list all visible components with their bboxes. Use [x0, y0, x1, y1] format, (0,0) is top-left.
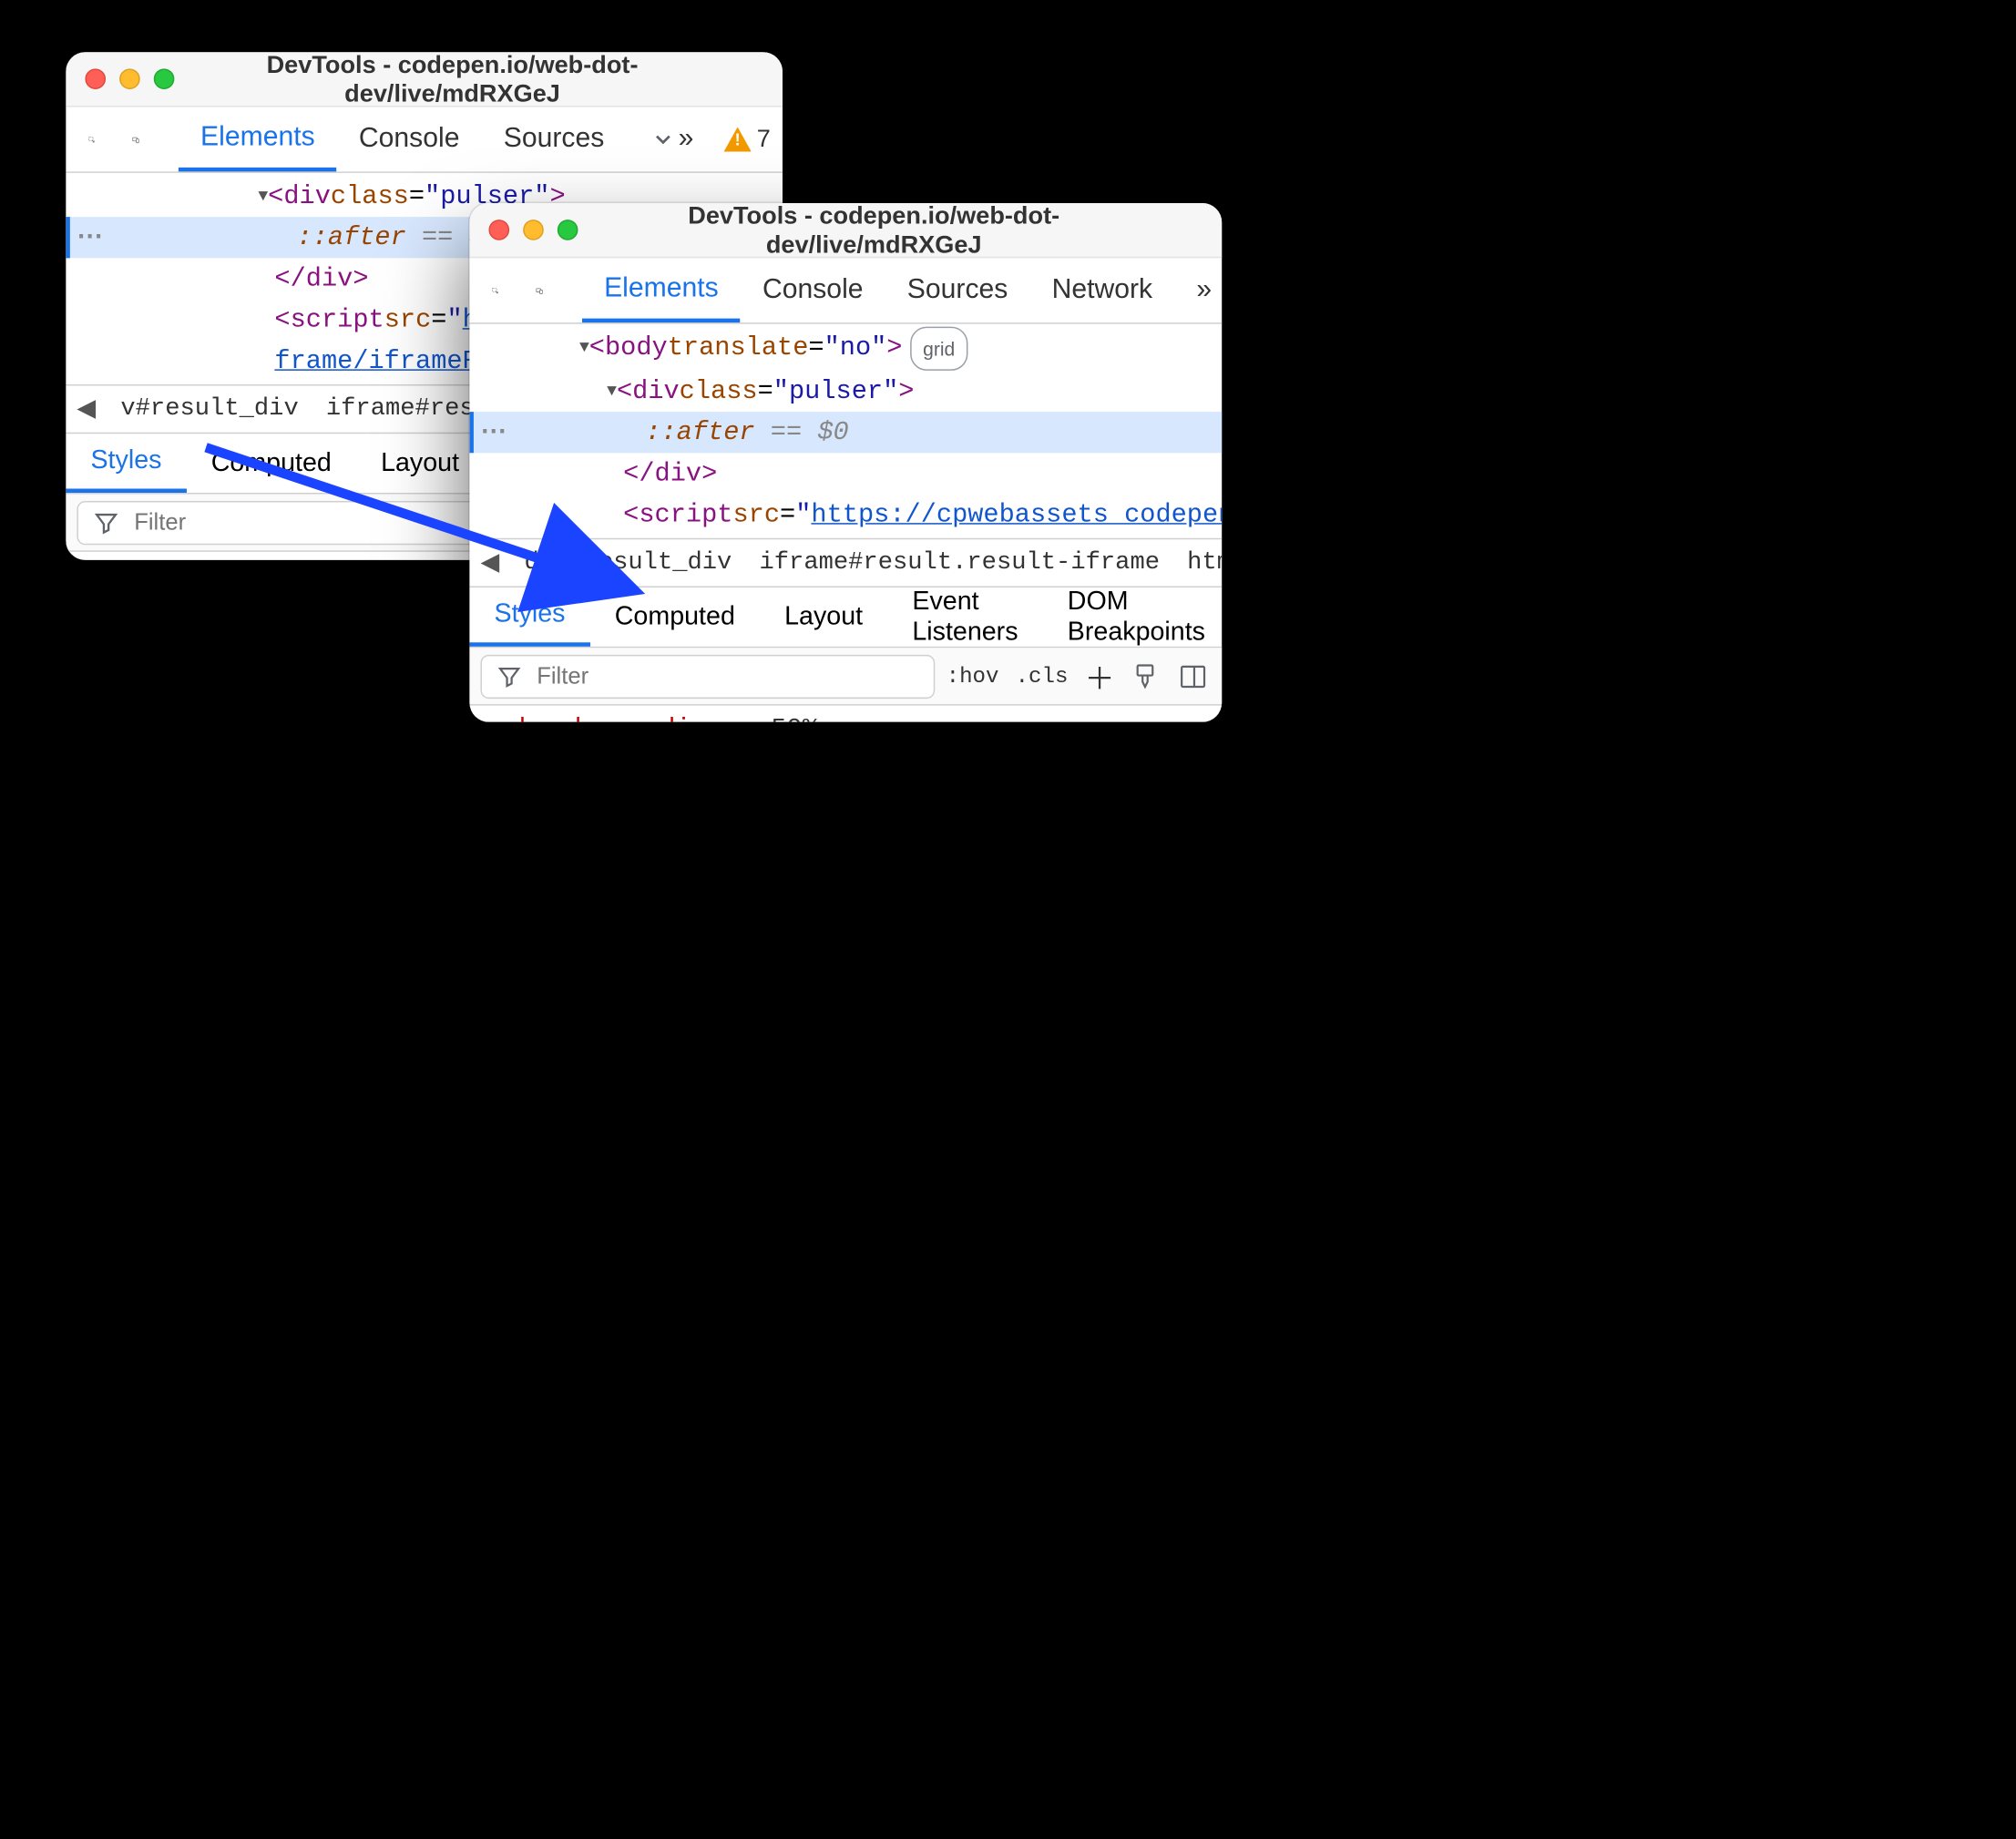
- close-dot[interactable]: [85, 68, 106, 89]
- tab-sources[interactable]: Sources: [885, 258, 1030, 322]
- device-toggle-icon[interactable]: [121, 124, 151, 154]
- traffic-lights: [488, 220, 578, 240]
- dom-tree[interactable]: ▼<body translate="no">grid ▼<div class="…: [469, 324, 1222, 538]
- ellipsis-icon[interactable]: ⋯: [77, 217, 106, 258]
- warnings-count: 7: [757, 125, 771, 154]
- devtools-toolbar: Elements Console Sources Network » 6 5: [469, 258, 1222, 323]
- paint-brush-icon[interactable]: [1131, 661, 1162, 691]
- traffic-lights: [85, 68, 174, 89]
- inspect-icon[interactable]: [77, 124, 107, 154]
- tab-elements[interactable]: Elements: [582, 258, 741, 322]
- zoom-dot[interactable]: [558, 220, 578, 240]
- titlebar: DevTools - codepen.io/web-dot-dev/live/m…: [66, 52, 783, 107]
- filter-icon: [496, 661, 523, 691]
- breadcrumbs[interactable]: ◀ div#result_div iframe#result.result-if…: [469, 538, 1222, 587]
- warnings-badge[interactable]: 7: [716, 125, 779, 154]
- tab-console[interactable]: Console: [741, 258, 885, 322]
- panel-tab-layout[interactable]: Layout: [356, 434, 484, 493]
- crumb[interactable]: iframe#result.result-iframe: [745, 549, 1173, 577]
- close-dot[interactable]: [488, 220, 509, 240]
- hov-toggle[interactable]: :hov: [947, 664, 999, 689]
- devtools-toolbar: Elements Console Sources » 7 5: [66, 107, 783, 173]
- cls-toggle[interactable]: .cls: [1016, 664, 1069, 689]
- attr-name: translate: [668, 327, 809, 371]
- inspect-icon[interactable]: [480, 275, 510, 305]
- minimize-dot[interactable]: [119, 68, 140, 89]
- tab-sources[interactable]: Sources: [482, 107, 627, 172]
- panel-tab-layout[interactable]: Layout: [760, 587, 887, 647]
- expand-caret-icon[interactable]: [753, 714, 771, 722]
- tabs-overflow[interactable]: »: [1174, 258, 1222, 322]
- crumb-prev[interactable]: ◀: [66, 394, 107, 424]
- window-title: DevTools - codepen.io/web-dot-dev/live/m…: [197, 52, 763, 107]
- new-rule-icon[interactable]: ＋: [1085, 661, 1115, 691]
- panel-tab-styles[interactable]: Styles: [66, 434, 186, 493]
- tab-network[interactable]: Network: [1029, 258, 1174, 322]
- minimize-dot[interactable]: [523, 220, 544, 240]
- styles-panel-tabs: Styles Computed Layout Event Listeners D…: [469, 587, 1222, 648]
- window-title: DevTools - codepen.io/web-dot-dev/live/m…: [600, 203, 1203, 259]
- panel-tab-listeners[interactable]: Event Listeners: [887, 587, 1042, 647]
- warning-icon: [724, 127, 752, 151]
- attr-value: "no": [824, 327, 887, 371]
- prop-name[interactable]: border-radius: [519, 714, 722, 722]
- filter-input-wrap[interactable]: [480, 654, 935, 698]
- crumb[interactable]: v#result_div: [107, 395, 312, 423]
- grid-badge[interactable]: grid: [911, 327, 967, 371]
- prop-value[interactable]: 50%: [771, 714, 818, 722]
- zoom-dot[interactable]: [154, 68, 175, 89]
- panel-tab-computed[interactable]: Computed: [187, 434, 356, 493]
- devtools-window-front: DevTools - codepen.io/web-dot-dev/live/m…: [469, 203, 1222, 722]
- filter-input[interactable]: [534, 661, 920, 691]
- filter-icon: [92, 507, 120, 537]
- panel-tab-dom-breakpoints[interactable]: DOM Breakpoints: [1043, 587, 1223, 647]
- panel-tab-computed[interactable]: Computed: [590, 587, 760, 647]
- tab-console[interactable]: Console: [337, 107, 482, 172]
- crumb[interactable]: html: [1173, 549, 1222, 577]
- ellipsis-icon[interactable]: ⋯: [480, 412, 509, 453]
- styles-rules[interactable]: border-radius: 50%; z-index: -1; } mdRXG…: [469, 706, 1222, 722]
- device-toggle-icon[interactable]: [525, 275, 555, 305]
- panel-tab-styles[interactable]: Styles: [469, 587, 589, 647]
- crumb[interactable]: div#result_div: [510, 549, 745, 577]
- tabs-overflow[interactable]: »: [626, 107, 715, 172]
- crumb-prev[interactable]: ◀: [469, 547, 510, 577]
- computed-panel-icon[interactable]: [1178, 661, 1208, 691]
- styles-filter-bar: :hov .cls ＋: [469, 648, 1222, 705]
- dom-after-pseudo[interactable]: ::after: [645, 412, 754, 453]
- dom-after-pseudo[interactable]: ::after: [297, 217, 406, 258]
- tab-elements[interactable]: Elements: [179, 107, 337, 172]
- titlebar: DevTools - codepen.io/web-dot-dev/live/m…: [469, 203, 1222, 258]
